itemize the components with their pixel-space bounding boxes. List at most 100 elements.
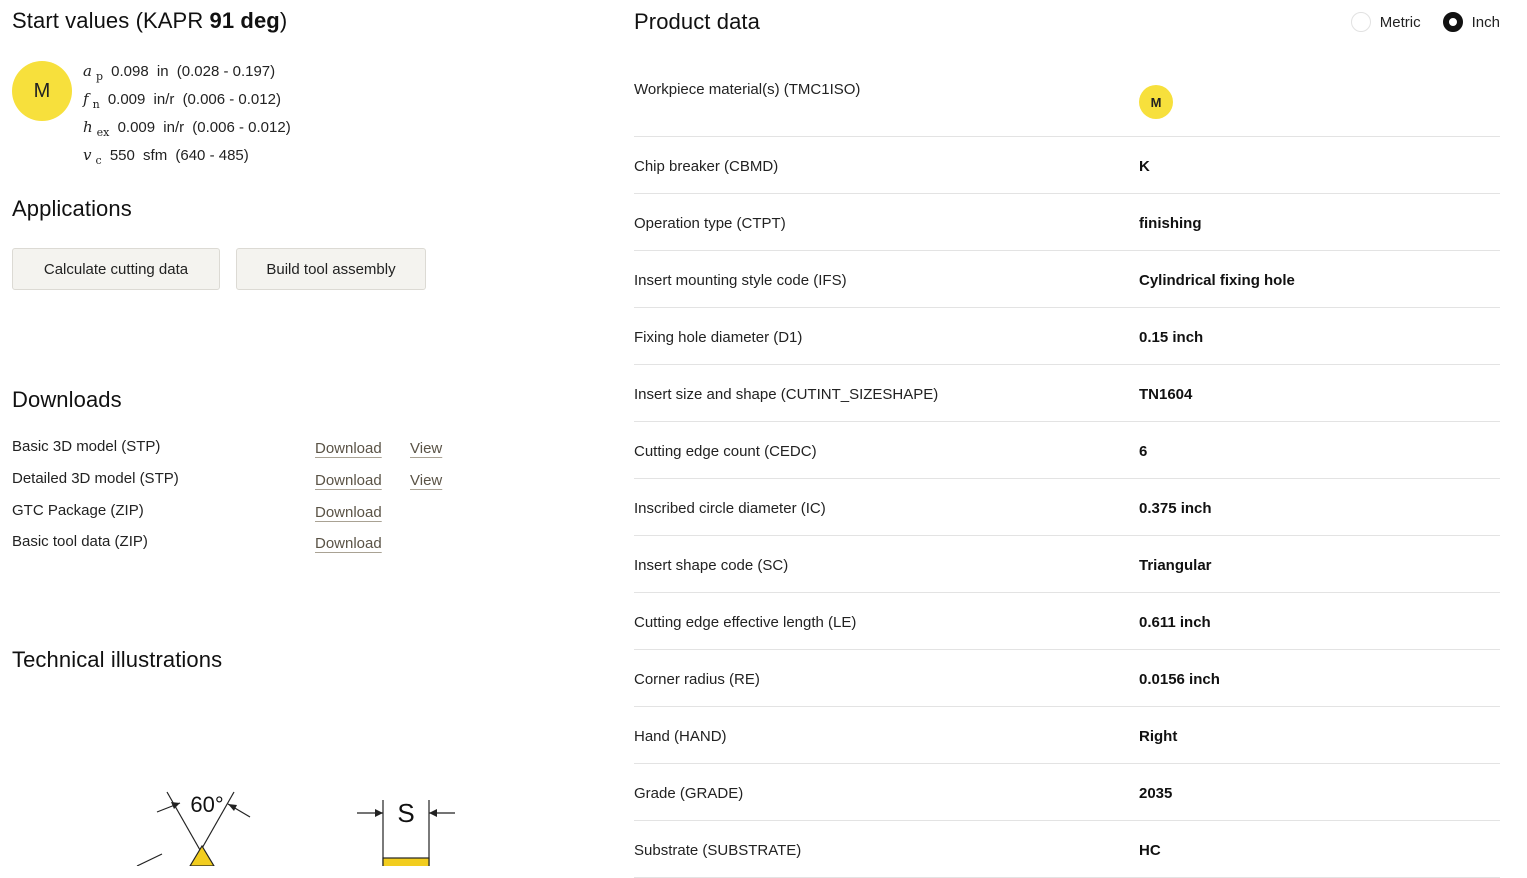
product-data-table: Workpiece material(s) (TMC1ISO) M Chip b… xyxy=(634,60,1500,878)
download-row-basic-3d: Basic 3D model (STP) Download View xyxy=(12,438,572,462)
view-link[interactable]: View xyxy=(410,440,442,457)
symbol-hex: h ex xyxy=(83,118,110,139)
row-value: 6 xyxy=(1139,443,1148,460)
start-value-vc: vc 550 sfm (640 - 485) xyxy=(83,144,295,172)
value-vc: 550 xyxy=(109,147,135,164)
inch-option[interactable]: Inch xyxy=(1442,12,1500,32)
symbol-vc: vc xyxy=(83,146,102,167)
download-name: Basic tool data (ZIP) xyxy=(12,533,148,550)
metric-option[interactable]: Metric xyxy=(1350,12,1421,32)
material-badge-large: M xyxy=(12,61,72,121)
unit-vc: sfm xyxy=(143,147,168,164)
table-row: Operation type (CTPT) finishing xyxy=(634,194,1500,251)
technical-illustrations-title: Technical illustrations xyxy=(12,647,223,672)
row-value: 2035 xyxy=(1139,785,1173,802)
technical-illustration: 60° S xyxy=(136,791,455,866)
download-name: GTC Package (ZIP) xyxy=(12,502,144,519)
table-row: Workpiece material(s) (TMC1ISO) M xyxy=(634,60,1500,137)
table-row: Substrate (SUBSTRATE) HC xyxy=(634,821,1500,878)
row-label: Corner radius (RE) xyxy=(634,671,760,688)
table-row: Insert shape code (SC) Triangular xyxy=(634,536,1500,593)
insert-angle-drawing: 60° xyxy=(136,791,251,866)
row-label: Substrate (SUBSTRATE) xyxy=(634,842,802,859)
download-name: Detailed 3D model (STP) xyxy=(12,470,179,487)
table-row: Grade (GRADE) 2035 xyxy=(634,764,1500,821)
row-value: finishing xyxy=(1139,215,1202,232)
row-value: 0.15 inch xyxy=(1139,329,1204,346)
table-row: Cutting edge count (CEDC) 6 xyxy=(634,422,1500,479)
range-fn: (0.006 - 0.012) xyxy=(182,91,281,108)
row-label: Insert mounting style code (IFS) xyxy=(634,272,847,289)
row-value: Triangular xyxy=(1139,557,1212,574)
row-label: Insert shape code (SC) xyxy=(634,557,789,574)
download-link[interactable]: Download xyxy=(315,440,382,457)
download-link[interactable]: Download xyxy=(315,535,382,552)
unit-hex: in/r xyxy=(163,119,185,136)
download-link[interactable]: Download xyxy=(315,472,382,489)
product-data-title: Product data xyxy=(634,9,760,34)
metric-label: Metric xyxy=(1379,13,1421,31)
row-label: Inscribed circle diameter (IC) xyxy=(634,500,826,517)
value-hex: 0.009 xyxy=(117,119,156,136)
download-row-detailed-3d: Detailed 3D model (STP) Download View xyxy=(12,470,572,494)
angle-label: 60° xyxy=(190,792,223,817)
unit-ap: in xyxy=(156,63,169,80)
row-value: 0.0156 inch xyxy=(1139,671,1220,688)
inch-radio[interactable] xyxy=(1442,12,1463,32)
download-row-gtc: GTC Package (ZIP) Download xyxy=(12,502,572,526)
row-label: Cutting edge count (CEDC) xyxy=(634,443,817,460)
row-label: Hand (HAND) xyxy=(634,728,727,745)
right-column: Product data Metric Inch Workpiece mater… xyxy=(634,0,1500,878)
row-label: Grade (GRADE) xyxy=(634,785,744,802)
inch-label: Inch xyxy=(1471,13,1500,31)
calculate-cutting-data-button[interactable]: Calculate cutting data xyxy=(12,248,220,290)
row-label: Operation type (CTPT) xyxy=(634,215,786,232)
row-value: K xyxy=(1139,158,1150,175)
download-link[interactable]: Download xyxy=(315,504,382,521)
insert-thickness-drawing: S xyxy=(357,798,455,866)
table-row: Fixing hole diameter (D1) 0.15 inch xyxy=(634,308,1500,365)
row-value: 0.611 inch xyxy=(1139,614,1211,631)
table-row: Cutting edge effective length (LE) 0.611… xyxy=(634,593,1500,650)
view-link[interactable]: View xyxy=(410,472,442,489)
start-values-list: ap 0.098 in (0.028 - 0.197) fn 0.009 in/… xyxy=(83,60,295,172)
left-column: Start values (KAPR 91 deg) M ap 0.098 in… xyxy=(12,0,592,866)
row-label: Fixing hole diameter (D1) xyxy=(634,329,803,346)
material-badge-small: M xyxy=(1139,85,1173,119)
metric-radio[interactable] xyxy=(1350,12,1371,32)
row-value: Right xyxy=(1139,728,1178,745)
row-label: Workpiece material(s) (TMC1ISO) xyxy=(634,81,861,98)
symbol-fn: fn xyxy=(83,90,100,111)
table-row: Insert size and shape (CUTINT_SIZESHAPE)… xyxy=(634,365,1500,422)
row-value: 0.375 inch xyxy=(1139,500,1212,517)
unit-switch: Metric Inch xyxy=(1329,12,1500,32)
table-row: Insert mounting style code (IFS) Cylindr… xyxy=(634,251,1500,308)
table-row: Chip breaker (CBMD) K xyxy=(634,137,1500,194)
table-row: Corner radius (RE) 0.0156 inch xyxy=(634,650,1500,707)
build-tool-assembly-button[interactable]: Build tool assembly xyxy=(236,248,426,290)
table-row: Hand (HAND) Right xyxy=(634,707,1500,764)
download-name: Basic 3D model (STP) xyxy=(12,438,161,455)
table-row: Inscribed circle diameter (IC) 0.375 inc… xyxy=(634,479,1500,536)
row-value: Cylindrical fixing hole xyxy=(1139,272,1295,289)
value-fn: 0.009 xyxy=(107,91,146,108)
unit-fn: in/r xyxy=(153,91,175,108)
row-label: Insert size and shape (CUTINT_SIZESHAPE) xyxy=(634,386,939,403)
symbol-ap: ap xyxy=(83,62,103,83)
range-ap: (0.028 - 0.197) xyxy=(176,63,276,80)
row-label: Chip breaker (CBMD) xyxy=(634,158,779,175)
range-vc: (640 - 485) xyxy=(175,147,249,164)
thickness-label: S xyxy=(397,798,414,828)
row-label: Cutting edge effective length (LE) xyxy=(634,614,857,631)
download-row-basic-tool-data: Basic tool data (ZIP) Download xyxy=(12,533,572,557)
row-value: TN1604 xyxy=(1139,386,1193,403)
row-value: HC xyxy=(1139,842,1161,859)
start-value-fn: fn 0.009 in/r (0.006 - 0.012) xyxy=(83,88,295,116)
value-ap: 0.098 xyxy=(111,63,149,80)
start-value-hex: h ex 0.009 in/r (0.006 - 0.012) xyxy=(83,116,295,144)
start-values-title: Start values (KAPR 91 deg) xyxy=(12,8,288,33)
range-hex: (0.006 - 0.012) xyxy=(192,119,291,136)
start-value-ap: ap 0.098 in (0.028 - 0.197) xyxy=(83,60,295,88)
applications-title: Applications xyxy=(12,196,132,221)
downloads-title: Downloads xyxy=(12,387,122,412)
